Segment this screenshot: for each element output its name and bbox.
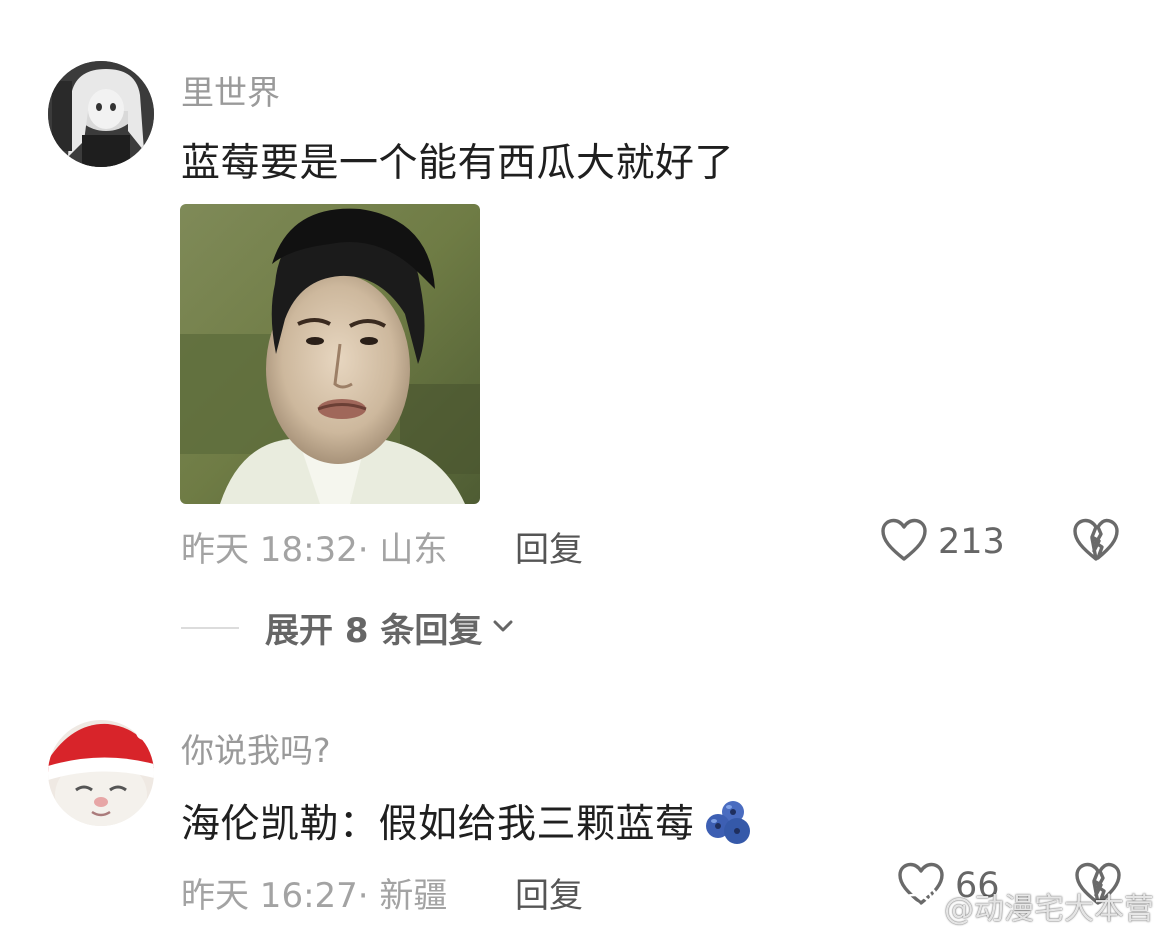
broken-heart-icon bbox=[1072, 518, 1120, 566]
avatar[interactable] bbox=[48, 720, 154, 826]
like-count: 213 bbox=[938, 522, 1005, 562]
comment-meta: 昨天 16:27· 新疆 bbox=[181, 868, 447, 917]
avatar[interactable] bbox=[48, 61, 154, 167]
like-button[interactable]: 213 bbox=[880, 518, 1005, 566]
dislike-button[interactable] bbox=[1072, 518, 1120, 566]
reply-button[interactable]: 回复 bbox=[515, 868, 583, 917]
comment-text: 蓝莓要是一个能有西瓜大就好了 bbox=[181, 141, 735, 186]
reply-button[interactable]: 回复 bbox=[515, 522, 583, 571]
divider-line bbox=[181, 626, 239, 629]
expand-replies-label: 展开 8 条回复 bbox=[265, 611, 483, 651]
comment-time: 昨天 16:27 bbox=[181, 876, 358, 916]
heart-outline-icon bbox=[880, 518, 928, 566]
comment-image[interactable] bbox=[180, 204, 480, 504]
watermark-text: @动漫宅大本营 bbox=[944, 892, 1154, 927]
username[interactable]: 里世界 bbox=[181, 66, 280, 114]
comment-text-content: 海伦凯勒：假如给我三颗蓝莓 bbox=[181, 802, 695, 847]
comment-text: 海伦凯勒：假如给我三颗蓝莓 bbox=[181, 793, 755, 856]
comment-location: · 山东 bbox=[357, 530, 448, 570]
watermark: @动漫宅大本营 bbox=[896, 884, 1154, 928]
comment-location: · 新疆 bbox=[357, 876, 448, 916]
weibo-logo-icon bbox=[896, 884, 940, 928]
blueberry-emoji-icon bbox=[703, 798, 755, 856]
comment-meta: 昨天 18:32· 山东 bbox=[181, 522, 447, 571]
chevron-down-icon bbox=[492, 618, 514, 637]
username[interactable]: 你说我吗? bbox=[181, 724, 331, 772]
expand-replies-button[interactable]: 展开 8 条回复 bbox=[181, 603, 514, 652]
comment-time: 昨天 18:32 bbox=[181, 530, 358, 570]
